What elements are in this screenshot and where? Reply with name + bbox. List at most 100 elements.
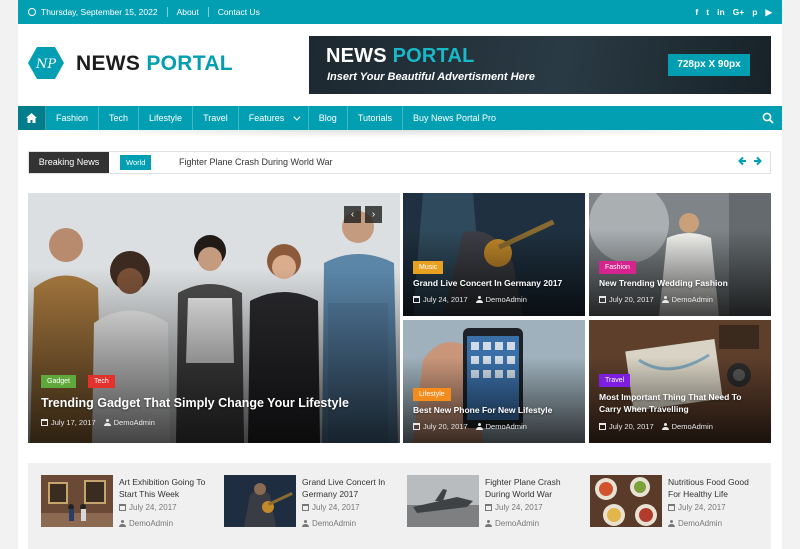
date-text: July 24, 2017 bbox=[495, 503, 543, 512]
list-item[interactable]: Fighter Plane Crash During World War Jul… bbox=[407, 475, 579, 529]
nav-item-lifestyle[interactable]: Lifestyle bbox=[139, 106, 194, 130]
slider-next-button[interactable]: › bbox=[365, 206, 382, 223]
nav-item-buy-pro[interactable]: Buy News Portal Pro bbox=[403, 106, 506, 130]
post-meta: July 20, 2017 DemoAdmin bbox=[599, 295, 713, 304]
latest-posts-strip: Art Exhibition Going To Start This Week … bbox=[28, 463, 771, 549]
breaking-news-label: Breaking News bbox=[29, 152, 109, 173]
post-title[interactable]: Grand Live Concert In Germany 2017 bbox=[413, 278, 583, 288]
post-author[interactable]: DemoAdmin bbox=[475, 295, 527, 304]
calendar-icon bbox=[302, 504, 309, 511]
post-author[interactable]: DemoAdmin bbox=[661, 295, 713, 304]
category-badge-music[interactable]: Music bbox=[413, 261, 444, 274]
featured-post-title[interactable]: Trending Gadget That Simply Change Your … bbox=[41, 396, 391, 410]
calendar-icon bbox=[599, 296, 606, 303]
ticker-controls bbox=[738, 156, 762, 166]
twitter-icon[interactable]: t bbox=[706, 7, 709, 17]
breaking-category-badge[interactable]: World bbox=[120, 155, 152, 170]
ad-subtitle: Insert Your Beautiful Advertisment Here bbox=[327, 71, 536, 83]
nav-item-tutorials[interactable]: Tutorials bbox=[348, 106, 403, 130]
slider-prev-button[interactable]: ‹ bbox=[344, 206, 361, 223]
featured-post-tile[interactable]: Lifestyle Best New Phone For New Lifesty… bbox=[403, 320, 585, 443]
post-title[interactable]: Nutritious Food Good For Healthy Life bbox=[668, 476, 762, 500]
user-icon bbox=[661, 296, 669, 303]
current-date: Thursday, September 15, 2022 bbox=[41, 7, 158, 17]
featured-post-tile[interactable]: Fashion New Trending Wedding Fashion Jul… bbox=[589, 193, 771, 316]
post-title[interactable]: Art Exhibition Going To Start This Week bbox=[119, 476, 213, 500]
site-title[interactable]: NEWS PORTAL bbox=[76, 52, 233, 76]
post-thumbnail[interactable] bbox=[590, 475, 662, 527]
contact-link[interactable]: Contact Us bbox=[218, 7, 260, 17]
post-author[interactable]: DemoAdmin bbox=[661, 422, 713, 431]
post-author[interactable]: DemoAdmin bbox=[302, 519, 356, 528]
date-text: July 24, 2017 bbox=[312, 503, 360, 512]
nav-item-features[interactable]: Features bbox=[239, 106, 309, 130]
user-icon bbox=[302, 520, 309, 527]
page: Thursday, September 15, 2022 About Conta… bbox=[18, 0, 782, 549]
category-badge-travel[interactable]: Travel bbox=[599, 374, 631, 387]
nav-item-travel[interactable]: Travel bbox=[193, 106, 239, 130]
featured-post-main[interactable]: ‹ › Gadget Tech Trending Gadget That Sim… bbox=[28, 193, 400, 443]
linkedin-icon[interactable]: in bbox=[717, 7, 725, 17]
list-item[interactable]: Grand Live Concert In Germany 2017 July … bbox=[224, 475, 396, 529]
youtube-icon[interactable]: ▶ bbox=[765, 7, 772, 18]
featured-post-tile[interactable]: Travel Most Important Thing That Need To… bbox=[589, 320, 771, 443]
date-text: July 20, 2017 bbox=[423, 422, 468, 431]
pinterest-icon[interactable]: p bbox=[752, 7, 757, 17]
divider bbox=[166, 7, 168, 17]
list-item[interactable]: Nutritious Food Good For Healthy Life Ju… bbox=[590, 475, 762, 529]
post-author[interactable]: DemoAdmin bbox=[103, 418, 155, 427]
post-author[interactable]: DemoAdmin bbox=[668, 519, 722, 528]
post-date: July 24, 2017 bbox=[668, 503, 726, 512]
calendar-icon bbox=[413, 423, 420, 430]
ad-size-label: 728px X 90px bbox=[668, 54, 750, 76]
facebook-icon[interactable]: f bbox=[695, 7, 698, 17]
post-thumbnail[interactable] bbox=[224, 475, 296, 527]
date-text: July 17, 2017 bbox=[51, 418, 96, 427]
date-text: July 20, 2017 bbox=[609, 295, 654, 304]
date-text: July 24, 2017 bbox=[678, 503, 726, 512]
post-thumbnail[interactable] bbox=[41, 475, 113, 527]
nav-item-blog[interactable]: Blog bbox=[309, 106, 348, 130]
author-text: DemoAdmin bbox=[485, 295, 527, 304]
breaking-news-bar: Breaking News World Fighter Plane Crash … bbox=[28, 151, 771, 174]
post-title[interactable]: Fighter Plane Crash During World War bbox=[485, 476, 579, 500]
post-title[interactable]: New Trending Wedding Fashion bbox=[599, 278, 769, 288]
category-badge-fashion[interactable]: Fashion bbox=[599, 261, 636, 274]
google-plus-icon[interactable]: G+ bbox=[733, 7, 745, 17]
post-title[interactable]: Grand Live Concert In Germany 2017 bbox=[302, 476, 396, 500]
category-badge-gadget[interactable]: Gadget bbox=[41, 375, 76, 388]
featured-post-tile[interactable]: Music Grand Live Concert In Germany 2017… bbox=[403, 193, 585, 316]
post-title[interactable]: Most Important Thing That Need To Carry … bbox=[599, 391, 761, 415]
divider bbox=[207, 7, 209, 17]
post-meta: July 17, 2017 DemoAdmin bbox=[41, 418, 155, 427]
calendar-icon bbox=[485, 504, 492, 511]
post-meta: July 20, 2017 DemoAdmin bbox=[413, 422, 527, 431]
breaking-headline[interactable]: Fighter Plane Crash During World War bbox=[179, 152, 333, 173]
ad-banner[interactable]: NEWS PORTAL Insert Your Beautiful Advert… bbox=[309, 36, 771, 94]
logo-icon[interactable]: NP bbox=[28, 46, 64, 80]
nav-item-tech[interactable]: Tech bbox=[99, 106, 140, 130]
post-title[interactable]: Best New Phone For New Lifestyle bbox=[413, 405, 583, 415]
nav-item-fashion[interactable]: Fashion bbox=[46, 106, 100, 130]
post-author[interactable]: DemoAdmin bbox=[485, 519, 539, 528]
list-item[interactable]: Art Exhibition Going To Start This Week … bbox=[41, 475, 213, 529]
post-date: July 24, 2017 bbox=[413, 295, 468, 304]
about-link[interactable]: About bbox=[177, 7, 199, 17]
date-text: July 24, 2017 bbox=[129, 503, 177, 512]
category-badge-tech[interactable]: Tech bbox=[88, 375, 115, 388]
arrow-left-icon[interactable] bbox=[738, 156, 747, 166]
category-badge-lifestyle[interactable]: Lifestyle bbox=[413, 388, 451, 401]
post-author[interactable]: DemoAdmin bbox=[475, 422, 527, 431]
post-author[interactable]: DemoAdmin bbox=[119, 519, 173, 528]
nav-item-label: Features bbox=[248, 113, 285, 123]
social-links: f t in G+ p ▶ bbox=[695, 0, 772, 24]
post-thumbnail[interactable] bbox=[407, 475, 479, 527]
home-icon[interactable] bbox=[18, 106, 46, 130]
arrow-right-icon[interactable] bbox=[753, 156, 762, 166]
ad-title: NEWS PORTAL bbox=[326, 45, 475, 68]
search-icon[interactable] bbox=[762, 112, 774, 124]
site-title-part: NEWS bbox=[76, 52, 141, 75]
logo-mark: NP bbox=[35, 57, 56, 72]
author-text: DemoAdmin bbox=[495, 519, 540, 528]
post-meta: July 24, 2017 DemoAdmin bbox=[413, 295, 527, 304]
